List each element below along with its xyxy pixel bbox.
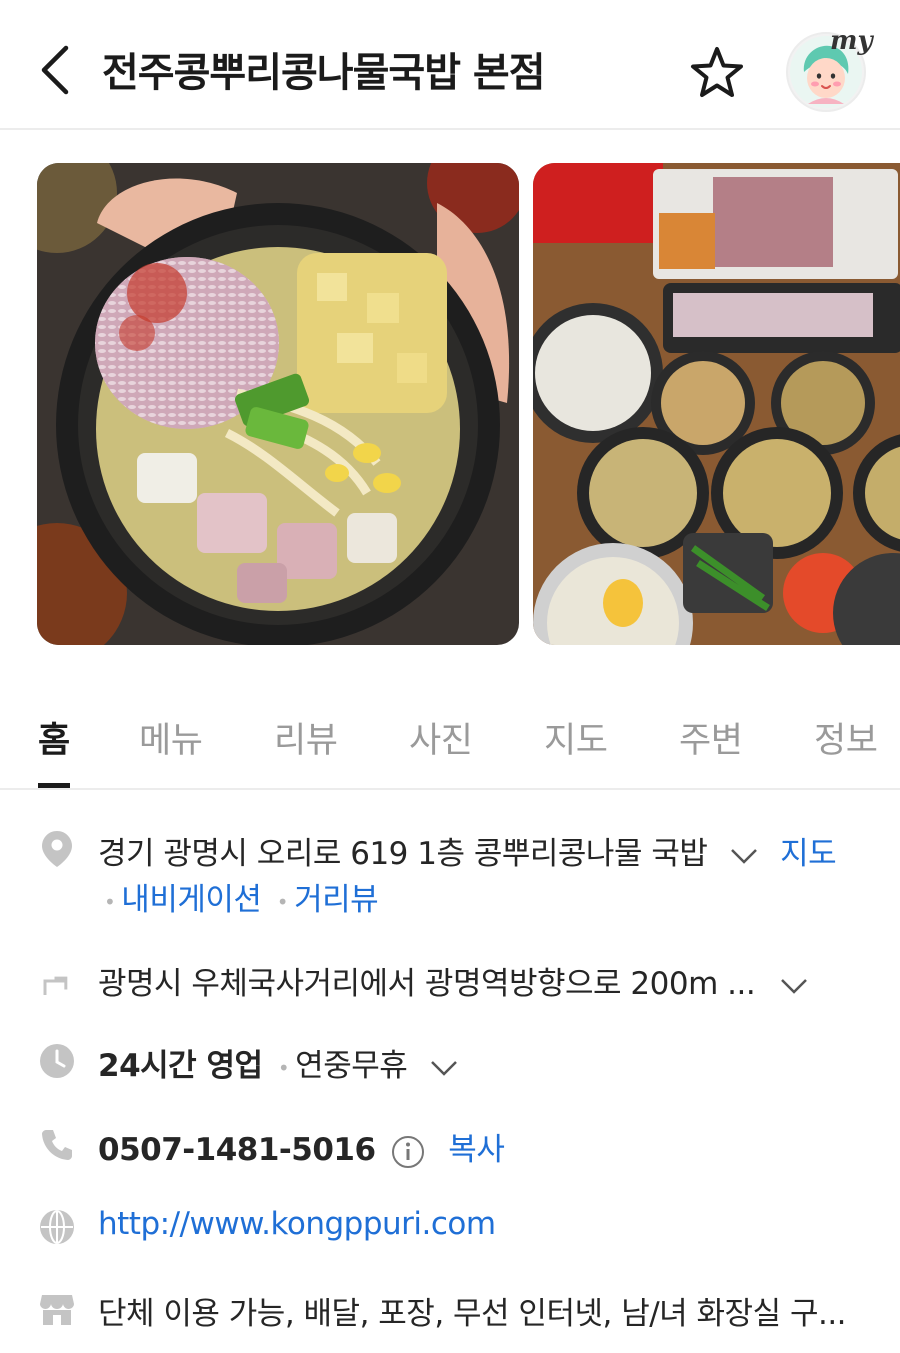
food-photo-gukbap[interactable] xyxy=(37,163,519,645)
tab-review[interactable]: 리뷰 xyxy=(274,712,338,763)
tab-photos[interactable]: 사진 xyxy=(409,712,473,763)
chevron-down-icon[interactable] xyxy=(779,976,809,996)
info-icon[interactable] xyxy=(391,1135,425,1169)
table-spread-image xyxy=(533,163,900,645)
copy-phone-button[interactable]: 복사 xyxy=(448,1132,505,1168)
directions-text: 광명시 우체국사거리에서 광명역방향으로 200m ... xyxy=(98,966,756,1002)
address-links-row: • 내비게이션 • 거리뷰 xyxy=(98,874,379,919)
facilities-row[interactable]: 단체 이용 가능, 배달, 포장, 무선 인터넷, 남/녀 화장실 구... xyxy=(98,1288,847,1333)
turn-arrow-icon xyxy=(38,960,76,998)
favorite-button[interactable] xyxy=(684,40,750,106)
facilities-text: 단체 이용 가능, 배달, 포장, 무선 인터넷, 남/녀 화장실 구... xyxy=(98,1296,847,1332)
address-row: 경기 광명시 오리로 619 1층 콩뿌리콩나물 국밥 지도 xyxy=(98,828,837,873)
my-label: my xyxy=(830,26,873,56)
chevron-down-icon[interactable] xyxy=(729,846,759,866)
website-link[interactable]: http://www.kongppuri.com xyxy=(98,1206,496,1242)
hours-row[interactable]: 24시간 영업 • 연중무휴 xyxy=(98,1040,459,1085)
back-button[interactable] xyxy=(30,38,80,102)
tab-home[interactable]: 홈 xyxy=(38,712,70,763)
photo-carousel[interactable] xyxy=(0,130,900,670)
phone-row: 0507-1481-5016 복사 xyxy=(98,1124,505,1169)
streetview-link[interactable]: 거리뷰 xyxy=(294,882,379,918)
tab-bar: 홈 메뉴 리뷰 사진 지도 주변 정보 xyxy=(0,680,900,790)
app-header: 전주콩뿌리콩나물국밥 본점 my xyxy=(0,0,900,130)
separator-dot: • xyxy=(104,889,116,914)
star-icon xyxy=(691,47,743,97)
tab-menu[interactable]: 메뉴 xyxy=(139,712,203,763)
navigation-link[interactable]: 내비게이션 xyxy=(121,882,262,918)
tab-map[interactable]: 지도 xyxy=(544,712,608,763)
separator-dot: • xyxy=(277,1055,290,1080)
website-row: http://www.kongppuri.com xyxy=(98,1206,496,1242)
map-link[interactable]: 지도 xyxy=(780,836,837,872)
page-title: 전주콩뿌리콩나물국밥 본점 xyxy=(102,50,546,96)
directions-row[interactable]: 광명시 우체국사거리에서 광명역방향으로 200m ... xyxy=(98,958,809,1003)
food-photo-table-spread[interactable] xyxy=(533,163,900,645)
clock-icon xyxy=(38,1042,76,1080)
tab-nearby[interactable]: 주변 xyxy=(679,712,743,763)
chevron-down-icon[interactable] xyxy=(429,1058,459,1078)
address-text: 경기 광명시 오리로 619 1층 콩뿌리콩나물 국밥 xyxy=(98,836,708,872)
phone-icon xyxy=(38,1126,76,1164)
separator-dot: • xyxy=(276,889,289,914)
holiday-text: 연중무휴 xyxy=(295,1048,408,1084)
active-tab-indicator xyxy=(38,783,70,788)
chevron-left-icon xyxy=(41,45,69,95)
gukbap-bowl-image xyxy=(37,163,519,645)
tab-info[interactable]: 정보 xyxy=(814,712,878,763)
store-icon xyxy=(38,1290,76,1328)
map-pin-icon xyxy=(38,830,76,868)
phone-number[interactable]: 0507-1481-5016 xyxy=(98,1132,376,1168)
globe-icon xyxy=(38,1208,76,1246)
hours-text: 24시간 영업 xyxy=(98,1048,263,1084)
